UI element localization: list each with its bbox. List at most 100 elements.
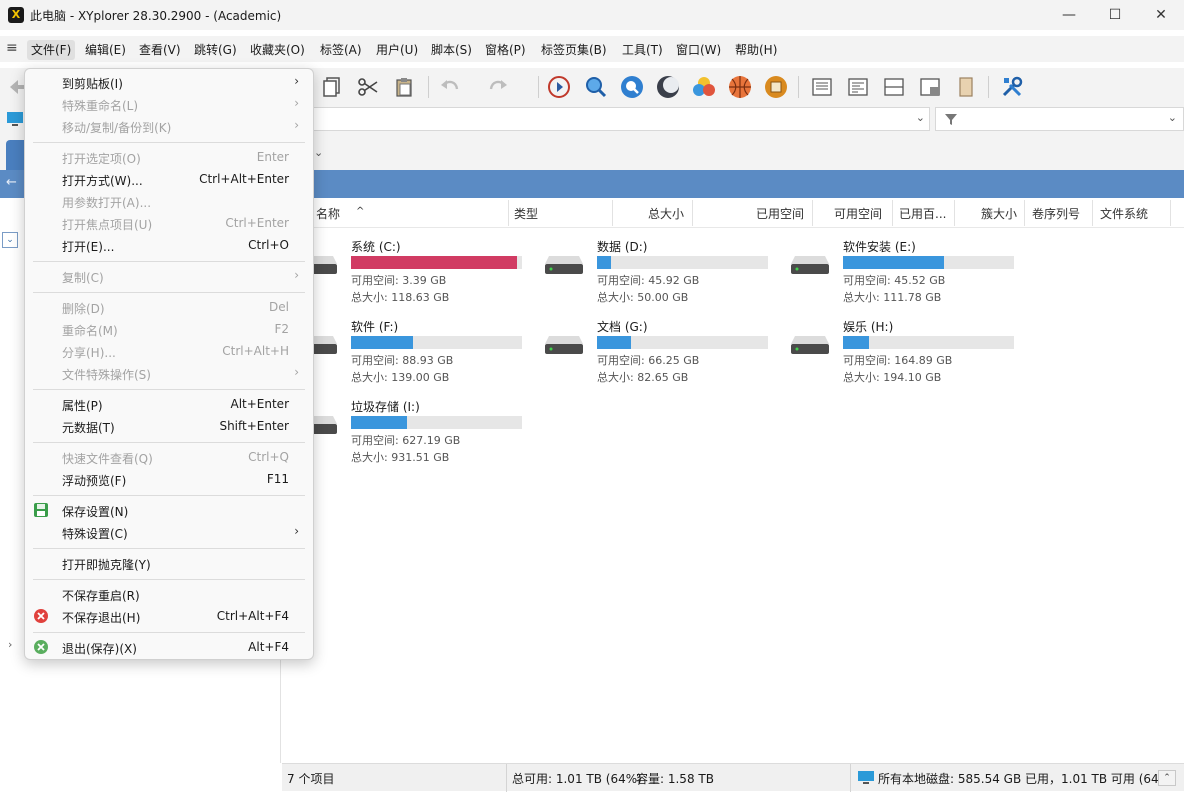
menu-item-open-selected[interactable]: 打开选定项(O) Enter (25, 146, 313, 168)
column-separator[interactable] (612, 200, 613, 226)
preview-pane-icon[interactable] (918, 75, 942, 99)
menu-window[interactable]: 窗口(W) (672, 40, 725, 60)
chevron-up-icon[interactable]: ⌃ (1158, 770, 1176, 786)
drive-tile[interactable]: 软件安装 (E:) 可用空间: 45.52 GB 总大小: 111.78 GB (789, 238, 1029, 304)
drive-tile[interactable]: 数据 (D:) 可用空间: 45.92 GB 总大小: 50.00 GB (543, 238, 783, 304)
column-header-total-size[interactable]: 总大小 (648, 205, 684, 222)
maximize-button[interactable]: ☐ (1092, 0, 1138, 30)
menu-item-properties[interactable]: 属性(P) Alt+Enter (25, 393, 313, 415)
column-separator[interactable] (508, 200, 509, 226)
dark-mode-icon[interactable] (656, 75, 680, 99)
menu-item-label: 打开即抛克隆(Y) (62, 558, 151, 572)
basketball-icon[interactable] (728, 75, 752, 99)
menu-favorites[interactable]: 收藏夹(O) (246, 40, 309, 60)
menu-tags[interactable]: 标签(A) (316, 40, 366, 60)
column-header-file-system[interactable]: 文件系统 (1100, 205, 1148, 222)
drive-tile[interactable]: 垃圾存储 (I:) 可用空间: 627.19 GB 总大小: 931.51 GB (297, 398, 537, 464)
drive-tile[interactable]: 软件 (F:) 可用空间: 88.93 GB 总大小: 139.00 GB (297, 318, 537, 384)
menu-help[interactable]: 帮助(H) (731, 40, 781, 60)
menu-file[interactable]: 文件(F) (27, 40, 76, 60)
menu-item-restart-no-save[interactable]: 不保存重启(R) (25, 583, 313, 605)
column-separator[interactable] (954, 200, 955, 226)
column-separator[interactable] (1092, 200, 1093, 226)
search-icon[interactable] (620, 75, 644, 99)
menu-view[interactable]: 查看(V) (135, 40, 185, 60)
panel-icon[interactable] (954, 75, 978, 99)
column-header-name[interactable]: 名称 (316, 205, 340, 222)
menu-tabsets[interactable]: 标签页集(B) (537, 40, 611, 60)
drive-tile[interactable]: 娱乐 (H:) 可用空间: 164.89 GB 总大小: 194.10 GB (789, 318, 1029, 384)
menu-item-rename[interactable]: 重命名(M) F2 (25, 318, 313, 340)
menu-item-share[interactable]: 分享(H)... Ctrl+Alt+H (25, 340, 313, 362)
menu-item-shortcut: Ctrl+Alt+Enter (199, 172, 289, 186)
chevron-down-icon[interactable]: ⌄ (916, 111, 925, 124)
address-input[interactable]: ⌄ (282, 107, 930, 131)
chevron-down-icon[interactable]: ⌄ (1168, 111, 1177, 124)
menu-item-move-copy-backup[interactable]: 移动/复制/备份到(K) › (25, 115, 313, 137)
menu-panes[interactable]: 窗格(P) (481, 40, 530, 60)
menu-item-special-settings[interactable]: 特殊设置(C) › (25, 521, 313, 543)
drive-total-size: 总大小: 194.10 GB (843, 371, 942, 384)
back-arrow-icon[interactable]: ← (6, 175, 17, 190)
cut-icon[interactable] (356, 75, 380, 99)
column-header-cluster-size[interactable]: 簇大小 (981, 205, 1017, 222)
chevron-down-icon[interactable]: ⌄ (314, 146, 323, 159)
column-header-free-space[interactable]: 可用空间 (834, 205, 882, 222)
menu-item-open[interactable]: 打开(E)... Ctrl+O (25, 234, 313, 256)
menu-item-to-clipboard[interactable]: 到剪贴板(I) › (25, 71, 313, 93)
menu-item-open-focused[interactable]: 打开焦点项目(U) Ctrl+Enter (25, 212, 313, 234)
filter-input[interactable]: ⌄ (935, 107, 1184, 131)
drive-tile[interactable]: 系统 (C:) 可用空间: 3.39 GB 总大小: 118.63 GB (297, 238, 537, 304)
column-header-used-percent[interactable]: 已用百... (899, 205, 946, 222)
find-files-icon[interactable] (547, 75, 571, 99)
record-icon[interactable] (764, 75, 788, 99)
drive-total-size: 总大小: 111.78 GB (843, 291, 942, 304)
menu-tools[interactable]: 工具(T) (618, 40, 667, 60)
tree-toggle-icon[interactable]: ⌄ (2, 232, 18, 248)
hamburger-menu-icon[interactable]: ≡ (6, 40, 18, 56)
tags-icon[interactable] (692, 75, 716, 99)
menu-separator (33, 142, 305, 143)
paste-icon[interactable] (392, 75, 416, 99)
column-separator[interactable] (1024, 200, 1025, 226)
details-view-icon[interactable] (846, 75, 870, 99)
menu-go[interactable]: 跳转(G) (190, 40, 241, 60)
quick-search-icon[interactable] (584, 75, 608, 99)
menu-item-special-rename[interactable]: 特殊重命名(L) › (25, 93, 313, 115)
menu-user[interactable]: 用户(U) (372, 40, 422, 60)
column-header-type[interactable]: 类型 (514, 205, 538, 222)
menu-item-floating-preview[interactable]: 浮动预览(F) F11 (25, 468, 313, 490)
list-view-icon[interactable] (810, 75, 834, 99)
menu-scripting[interactable]: 脚本(S) (427, 40, 476, 60)
menu-item-delete[interactable]: 删除(D) Del (25, 296, 313, 318)
copy-icon[interactable] (320, 75, 344, 99)
menu-item-quick-view[interactable]: 快速文件查看(Q) Ctrl+Q (25, 446, 313, 468)
menu-edit[interactable]: 编辑(E) (81, 40, 130, 60)
drive-usage-fill (351, 416, 407, 429)
column-separator[interactable] (892, 200, 893, 226)
column-separator[interactable] (812, 200, 813, 226)
column-header-serial-number[interactable]: 卷序列号 (1032, 205, 1080, 222)
menu-item-exit-save[interactable]: 退出(保存)(X) Alt+F4 (25, 636, 313, 658)
undo-icon[interactable] (438, 75, 462, 99)
menu-item-metadata[interactable]: 元数据(T) Shift+Enter (25, 415, 313, 437)
column-header-used-space[interactable]: 已用空间 (756, 205, 804, 222)
column-separator[interactable] (1170, 200, 1171, 226)
menu-item-throwaway-clone[interactable]: 打开即抛克隆(Y) (25, 552, 313, 574)
drive-tile[interactable]: 文档 (G:) 可用空间: 66.25 GB 总大小: 82.65 GB (543, 318, 783, 384)
menu-item-copy[interactable]: 复制(C) › (25, 265, 313, 287)
status-all-disks: 所有本地磁盘: 585.54 GB 已用，1.01 TB 可用 (64%) (878, 772, 1175, 786)
column-separator[interactable] (692, 200, 693, 226)
redo-icon[interactable] (486, 75, 510, 99)
menu-item-open-with[interactable]: 打开方式(W)... Ctrl+Alt+Enter (25, 168, 313, 190)
minimize-button[interactable]: — (1046, 0, 1092, 30)
menu-item-open-with-params[interactable]: 用参数打开(A)... (25, 190, 313, 212)
tree-expander-icon[interactable]: › (8, 638, 12, 651)
dual-pane-icon[interactable] (882, 75, 906, 99)
menu-item-save-settings[interactable]: 保存设置(N) (25, 499, 313, 521)
menu-item-shortcut: Alt+F4 (248, 640, 289, 654)
close-button[interactable]: ✕ (1138, 0, 1184, 30)
menu-item-file-special[interactable]: 文件特殊操作(S) › (25, 362, 313, 384)
menu-item-exit-no-save[interactable]: 不保存退出(H) Ctrl+Alt+F4 (25, 605, 313, 627)
configuration-icon[interactable] (1000, 75, 1024, 99)
